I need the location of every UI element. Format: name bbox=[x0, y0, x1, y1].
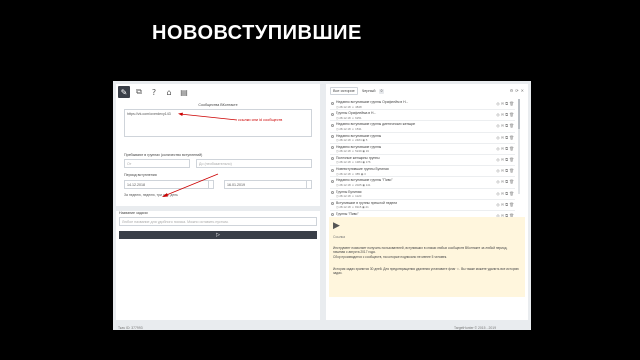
task-name-input[interactable]: Любое название для удобного поиска. Можн… bbox=[119, 217, 317, 226]
communities-label: Сообщества ВКонтакте bbox=[198, 103, 238, 107]
history-item[interactable]: Недавно вступившие группы "Пиво" ◷ 28.12.… bbox=[330, 177, 515, 189]
date-to-input[interactable]: 16.01.2019 bbox=[224, 180, 312, 189]
video-caption[interactable]: Ссылка bbox=[333, 235, 345, 239]
refresh-icon[interactable]: ⟳ bbox=[515, 88, 518, 93]
version-label: Ткач ID: 377993 bbox=[118, 326, 143, 330]
history-item-meta: ◷ 28.12.18 ☺ 5249 ◉ 19 bbox=[336, 149, 369, 154]
info-paragraph-3: История задач хранится 30 дней. Для пред… bbox=[333, 267, 519, 276]
delete-all-icon[interactable]: ✕ bbox=[521, 88, 524, 93]
play-icon: ▷ bbox=[216, 232, 220, 238]
help-icon[interactable]: ? bbox=[148, 86, 160, 98]
history-item[interactable]: Группы Буниная ◷ 28.12.18 ☺ 1120 ◎ ✉ ⧉ 🗑 bbox=[330, 189, 515, 200]
share-icon[interactable]: ⧉ bbox=[133, 86, 145, 98]
slide-title: НОВОВСТУПИВШИЕ bbox=[152, 22, 362, 44]
history-item-name: Полезные женщины группы bbox=[336, 155, 380, 160]
history-item-actions[interactable]: ◎ ✉ ⧉ 🗑 bbox=[496, 202, 514, 207]
history-toolbar: ⚙ ⟳ ✕ bbox=[510, 88, 524, 93]
history-item-actions[interactable]: ◎ ✉ ⧉ 🗑 bbox=[496, 146, 514, 151]
select-radio[interactable] bbox=[331, 202, 334, 206]
period-arrow bbox=[162, 173, 219, 197]
history-item-name: Недавно вступившие группы "Пиво" bbox=[336, 178, 393, 183]
info-paragraph-1: Инструмент позволяет получить пользовате… bbox=[333, 246, 508, 255]
list-icon[interactable]: ▤ bbox=[178, 86, 190, 98]
tab-drafts[interactable]: Черный bbox=[362, 89, 376, 93]
history-item-actions[interactable]: ◎ ✉ ⧉ 🗑 bbox=[496, 191, 514, 196]
history-item-meta: ◷ 28.12.18 ☺ 6251 bbox=[336, 115, 362, 120]
history-item-name: Вступившие в группы прешлой недели bbox=[336, 200, 398, 205]
task-history-panel: Все историе Черный 0 ⚙ ⟳ ✕ Недавно вступ… bbox=[326, 84, 528, 330]
select-radio[interactable] bbox=[331, 168, 334, 172]
select-radio[interactable] bbox=[331, 213, 334, 217]
history-item-name: Недавно вступившие группы bbox=[336, 144, 382, 149]
date-to-calendar-icon[interactable] bbox=[306, 180, 312, 189]
history-item-meta: ◷ 28.12.18 ☺ 8115 ◉ 21 bbox=[336, 205, 369, 210]
app-window: ✎ ⧉ ? ⌂ ▤ Сообщества ВКонтакте https://v… bbox=[113, 81, 531, 330]
history-item-actions[interactable]: ◎ ✉ ⧉ 🗑 bbox=[496, 123, 514, 128]
run-button[interactable]: ▷ bbox=[119, 231, 317, 239]
history-list: Недавно вступившие группы Орифлейм в Н..… bbox=[330, 99, 515, 223]
select-radio[interactable] bbox=[331, 157, 334, 161]
task-name-label: Название задачи bbox=[119, 211, 148, 215]
history-item-meta: ◷ 28.12.18 ☺ 385 ◉ 3 bbox=[336, 171, 366, 176]
history-item-meta: ◷ 28.12.18 ☺ 4848 bbox=[336, 104, 362, 109]
edit-icon[interactable]: ✎ bbox=[118, 86, 130, 98]
history-item-meta: ◷ 28.12.18 ☺ 1120 bbox=[336, 194, 362, 198]
history-item[interactable]: Вступившие в группы прешлой недели ◷ 28.1… bbox=[330, 200, 515, 211]
annotation-label: ссылки или id сообществ bbox=[238, 118, 283, 122]
history-item-name: Недавно вступившие группы диетических же… bbox=[336, 122, 416, 127]
drafts-count-badge: 0 bbox=[379, 88, 384, 94]
history-item-actions[interactable]: ◎ ✉ ⧉ 🗑 bbox=[496, 101, 514, 106]
history-item[interactable]: Недавно вступившие группы ◷ 28.12.18 ☺ 52… bbox=[330, 144, 515, 155]
select-radio[interactable] bbox=[331, 112, 334, 116]
history-item-actions[interactable]: ◎ ✉ ⧉ 🗑 bbox=[496, 179, 514, 184]
settings-icon[interactable]: ⚙ bbox=[510, 88, 514, 93]
history-item-name: Группы Буниная bbox=[336, 189, 362, 194]
task-form-panel: ✎ ⧉ ? ⌂ ▤ Сообщества ВКонтакте https://v… bbox=[116, 84, 320, 330]
video-icon[interactable]: ▶ bbox=[333, 221, 340, 231]
select-radio[interactable] bbox=[331, 135, 334, 139]
period-label: Период вступления bbox=[124, 173, 157, 177]
tab-all-history[interactable]: Все историе bbox=[330, 87, 358, 95]
select-radio[interactable] bbox=[331, 146, 334, 150]
history-item[interactable]: Недавно вступившие группы Орифлейм в Н..… bbox=[330, 99, 515, 111]
select-radio[interactable] bbox=[331, 179, 334, 183]
tool-toolbar: ✎ ⧉ ? ⌂ ▤ bbox=[118, 86, 190, 99]
history-item-meta: ◷ 28.12.18 ☺ 2025 ◉ 141 bbox=[336, 182, 371, 187]
history-item[interactable]: Группы Орифлейма в Н... ◷ 28.12.18 ☺ 6251… bbox=[330, 110, 515, 122]
history-item-actions[interactable]: ◎ ✉ ⧉ 🗑 bbox=[496, 168, 514, 173]
info-paragraph-2: Сбор производится с сообществ, на которы… bbox=[333, 255, 448, 259]
history-item[interactable]: Недавно вступившие группы диетических же… bbox=[330, 121, 515, 133]
annotation-arrow bbox=[178, 112, 238, 121]
select-radio[interactable] bbox=[331, 101, 334, 105]
history-item[interactable]: Полезные женщины группы ◷ 28.12.18 ☺ 1384… bbox=[330, 155, 515, 167]
members-from-input[interactable]: От bbox=[124, 159, 190, 168]
history-scrollbar[interactable] bbox=[518, 99, 520, 194]
history-item-name: Группы "Пиво" bbox=[336, 211, 359, 216]
history-item-name: Недавно вступившие группы Орифлейм в Н..… bbox=[336, 100, 409, 104]
history-item[interactable]: Новевступившие группы Буниная ◷ 28.12.18 … bbox=[330, 166, 515, 178]
select-radio[interactable] bbox=[331, 191, 334, 194]
select-radio[interactable] bbox=[331, 123, 334, 127]
home-icon[interactable]: ⌂ bbox=[163, 86, 175, 98]
history-item-name: Недавно вступившие группы bbox=[336, 133, 382, 138]
history-item-meta: ◷ 28.12.18 ☺ 1531 bbox=[336, 126, 362, 131]
history-item-name: Новевступившие группы Буниная bbox=[336, 167, 389, 172]
history-item-meta: ◷ 28.12.18 ☺ 1384 ◉ 176 bbox=[336, 160, 371, 165]
footer-copyright: TargetHunter © 2015 - 2019 bbox=[454, 326, 497, 330]
history-item-meta: ◷ 28.12.18 ☺ 2484 ◉ 5 bbox=[336, 138, 368, 143]
members-label: Пребывают в группах (количество вступлен… bbox=[124, 153, 203, 157]
info-panel: ▶ Ссылка Инструмент позволяет получить п… bbox=[329, 217, 525, 297]
history-item[interactable]: Недавно вступившие группы ◷ 28.12.18 ☺ 24… bbox=[330, 133, 515, 144]
history-item-actions[interactable]: ◎ ✉ ⧉ 🗑 bbox=[496, 157, 514, 162]
members-to-input[interactable]: До (необязательно) bbox=[196, 159, 312, 168]
history-item-actions[interactable]: ◎ ✉ ⧉ 🗑 bbox=[496, 135, 514, 140]
history-item-name: Группы Орифлейма в Н... bbox=[336, 111, 377, 116]
history-item-actions[interactable]: ◎ ✉ ⧉ 🗑 bbox=[496, 112, 514, 117]
history-tabs: Все историе Черный 0 bbox=[330, 87, 384, 95]
